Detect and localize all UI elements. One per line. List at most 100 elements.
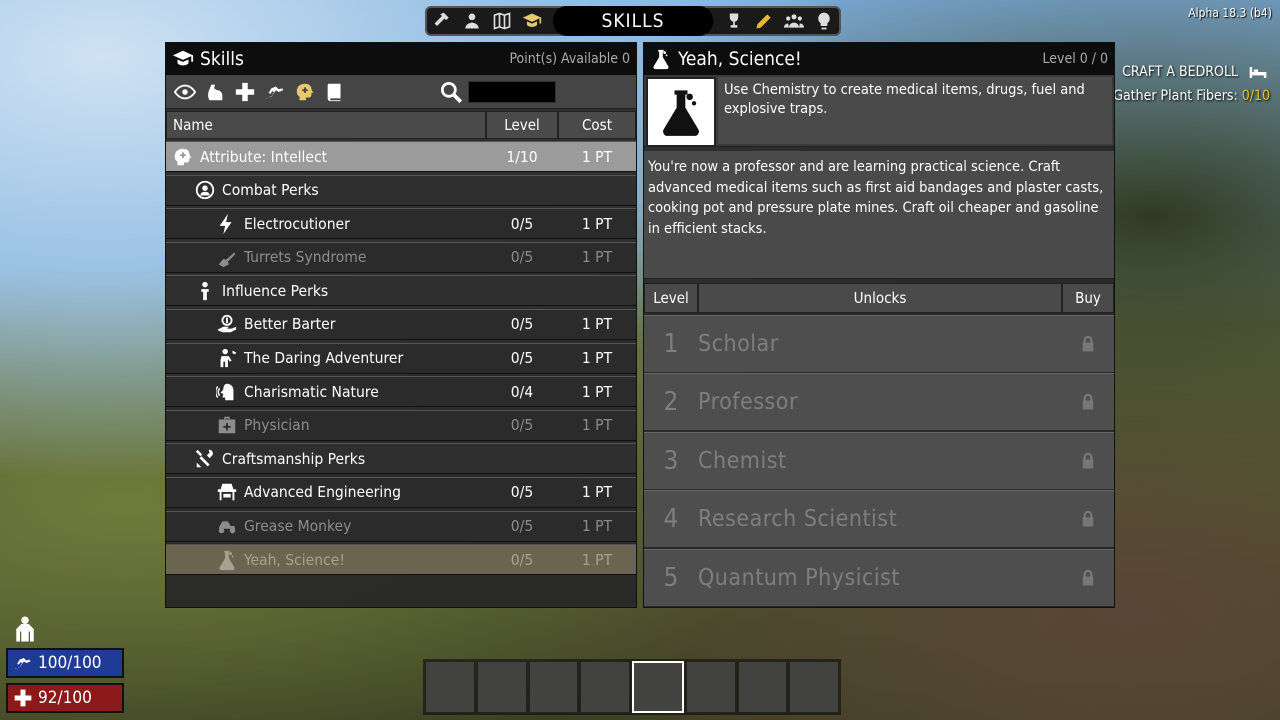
toolbelt-slot[interactable] (789, 661, 839, 713)
unlock-row[interactable]: 3 Chemist (644, 431, 1114, 489)
eye-icon[interactable] (170, 77, 200, 107)
col-cost[interactable]: Cost (558, 111, 636, 139)
attribute-row[interactable]: Attribute: Intellect 1/10 1 PT (166, 141, 636, 172)
stamina-value: 100/100 (38, 653, 102, 673)
row-level: 0/5 (510, 248, 534, 267)
search-input[interactable] (468, 80, 556, 103)
perk-row[interactable]: Turrets Syndrome 0/5 1 PT (166, 241, 636, 273)
row-label: Better Barter (244, 315, 336, 334)
character-icon[interactable] (457, 8, 487, 34)
row-label: Yeah, Science! (244, 550, 345, 569)
short-description: Use Chemistry to create medical items, d… (644, 75, 1114, 147)
perk-group-row[interactable]: Craftsmanship Perks (166, 443, 636, 475)
toolbelt-slot[interactable] (425, 661, 475, 713)
lock-icon[interactable] (1062, 332, 1114, 356)
perk-row[interactable]: The Daring Adventurer 0/5 1 PT (166, 342, 636, 374)
detail-title: Yeah, Science! (678, 48, 802, 70)
map-icon[interactable] (487, 8, 517, 34)
unlock-row[interactable]: 4 Research Scientist (644, 490, 1114, 547)
perk-row[interactable]: Better Barter 0/5 1 PT (166, 308, 636, 340)
row-level: 0/4 (510, 382, 534, 401)
row-name: Electrocutioner (166, 213, 486, 235)
book-icon[interactable] (320, 77, 350, 107)
unlock-row[interactable]: 5 Quantum Physicist (644, 548, 1114, 606)
perk-row[interactable]: Advanced Engineering 0/5 1 PT (166, 476, 636, 508)
col-name[interactable]: Name (166, 111, 486, 139)
adventurer-icon (216, 347, 238, 369)
medical-cross-icon[interactable] (230, 77, 260, 107)
unlock-row[interactable]: 2 Professor (644, 373, 1114, 430)
unlock-level: 3 (663, 445, 679, 476)
row-cost: 1 PT (581, 416, 613, 435)
row-cost: 1 PT (581, 483, 613, 502)
row-name: Grease Monkey (166, 515, 486, 537)
row-cost: 1 PT (581, 147, 613, 166)
unlock-name: Chemist (698, 447, 787, 474)
brain-icon[interactable] (290, 77, 320, 107)
unlock-name: Research Scientist (698, 506, 898, 532)
toolbelt-slot[interactable] (737, 661, 788, 713)
unlock-name: Professor (698, 389, 798, 415)
skills-icon[interactable] (517, 8, 547, 34)
row-name: Turrets Syndrome (166, 246, 486, 268)
running-icon[interactable] (260, 77, 290, 107)
hammer-icon[interactable] (427, 8, 457, 34)
row-name: Better Barter (166, 313, 486, 335)
long-description: You're now a professor and are learning … (644, 151, 1114, 279)
perk-row[interactable]: Yeah, Science! 0/5 1 PT (166, 544, 636, 576)
idea-icon[interactable] (809, 8, 839, 34)
row-cost: 1 PT (581, 315, 613, 334)
row-cost: 1 PT (581, 382, 613, 401)
unlocks-col-level: Level (644, 283, 698, 313)
row-level: 0/5 (510, 214, 534, 233)
players-icon[interactable] (779, 8, 809, 34)
flask-icon (216, 549, 238, 571)
skills-panel: Skills Point(s) Available 0 Name Level C… (165, 42, 637, 608)
toolbelt-slot[interactable] (476, 661, 527, 713)
perk-row[interactable]: Physician 0/5 1 PT (166, 409, 636, 441)
toolbelt-slot[interactable] (632, 661, 684, 713)
row-name: Influence Perks (166, 280, 486, 302)
unlock-level: 4 (663, 504, 679, 534)
row-label: Attribute: Intellect (200, 147, 328, 166)
points-available: Point(s) Available 0 (509, 51, 630, 67)
pencil-icon[interactable] (749, 8, 779, 34)
perk-row[interactable]: Charismatic Nature 0/4 1 PT (166, 376, 636, 408)
unlock-row[interactable]: 1 Scholar (644, 314, 1114, 372)
row-cost: 1 PT (581, 550, 613, 569)
row-level: 1/10 (506, 147, 538, 166)
row-name: Advanced Engineering (166, 481, 486, 503)
quest-objective: Gather Plant Fibers: 0/10 (1113, 88, 1270, 104)
perk-detail-panel: Yeah, Science! Level 0 / 0 Use Chemistry… (643, 42, 1115, 608)
row-name: Craftsmanship Perks (166, 448, 486, 470)
nav-title: SKILLS (553, 6, 713, 36)
lock-icon[interactable] (1062, 566, 1114, 590)
perk-group-row[interactable]: Influence Perks (166, 275, 636, 307)
perk-group-row[interactable]: Combat Perks (166, 174, 636, 206)
search-box (438, 79, 556, 105)
lock-icon[interactable] (1062, 449, 1114, 473)
bedroll-icon (1246, 62, 1270, 82)
row-level: 0/5 (510, 483, 534, 502)
brain-icon (172, 146, 194, 168)
search-icon[interactable] (438, 79, 464, 105)
strength-icon[interactable] (200, 77, 230, 107)
version-label: Alpha 18.3 (b4) (1188, 6, 1272, 20)
row-name: Yeah, Science! (166, 549, 486, 571)
col-level[interactable]: Level (486, 111, 558, 139)
toolbelt-slot[interactable] (580, 661, 630, 713)
trophy-icon[interactable] (719, 8, 749, 34)
toolbelt-slot[interactable] (528, 661, 579, 713)
skills-column-header: Name Level Cost (166, 111, 636, 139)
lock-icon[interactable] (1062, 390, 1114, 414)
lock-icon[interactable] (1062, 507, 1114, 531)
category-toolbar (166, 75, 636, 109)
perk-row[interactable]: Electrocutioner 0/5 1 PT (166, 208, 636, 240)
row-level: 0/5 (510, 550, 534, 569)
unlocks-col-buy: Buy (1062, 283, 1114, 313)
skill-list: Attribute: Intellect 1/10 1 PT Combat Perks… (166, 139, 636, 576)
toolbelt-slot[interactable] (685, 661, 736, 713)
row-label: Combat Perks (222, 181, 319, 200)
perk-row[interactable]: Grease Monkey 0/5 1 PT (166, 510, 636, 542)
row-label: Advanced Engineering (244, 483, 401, 502)
